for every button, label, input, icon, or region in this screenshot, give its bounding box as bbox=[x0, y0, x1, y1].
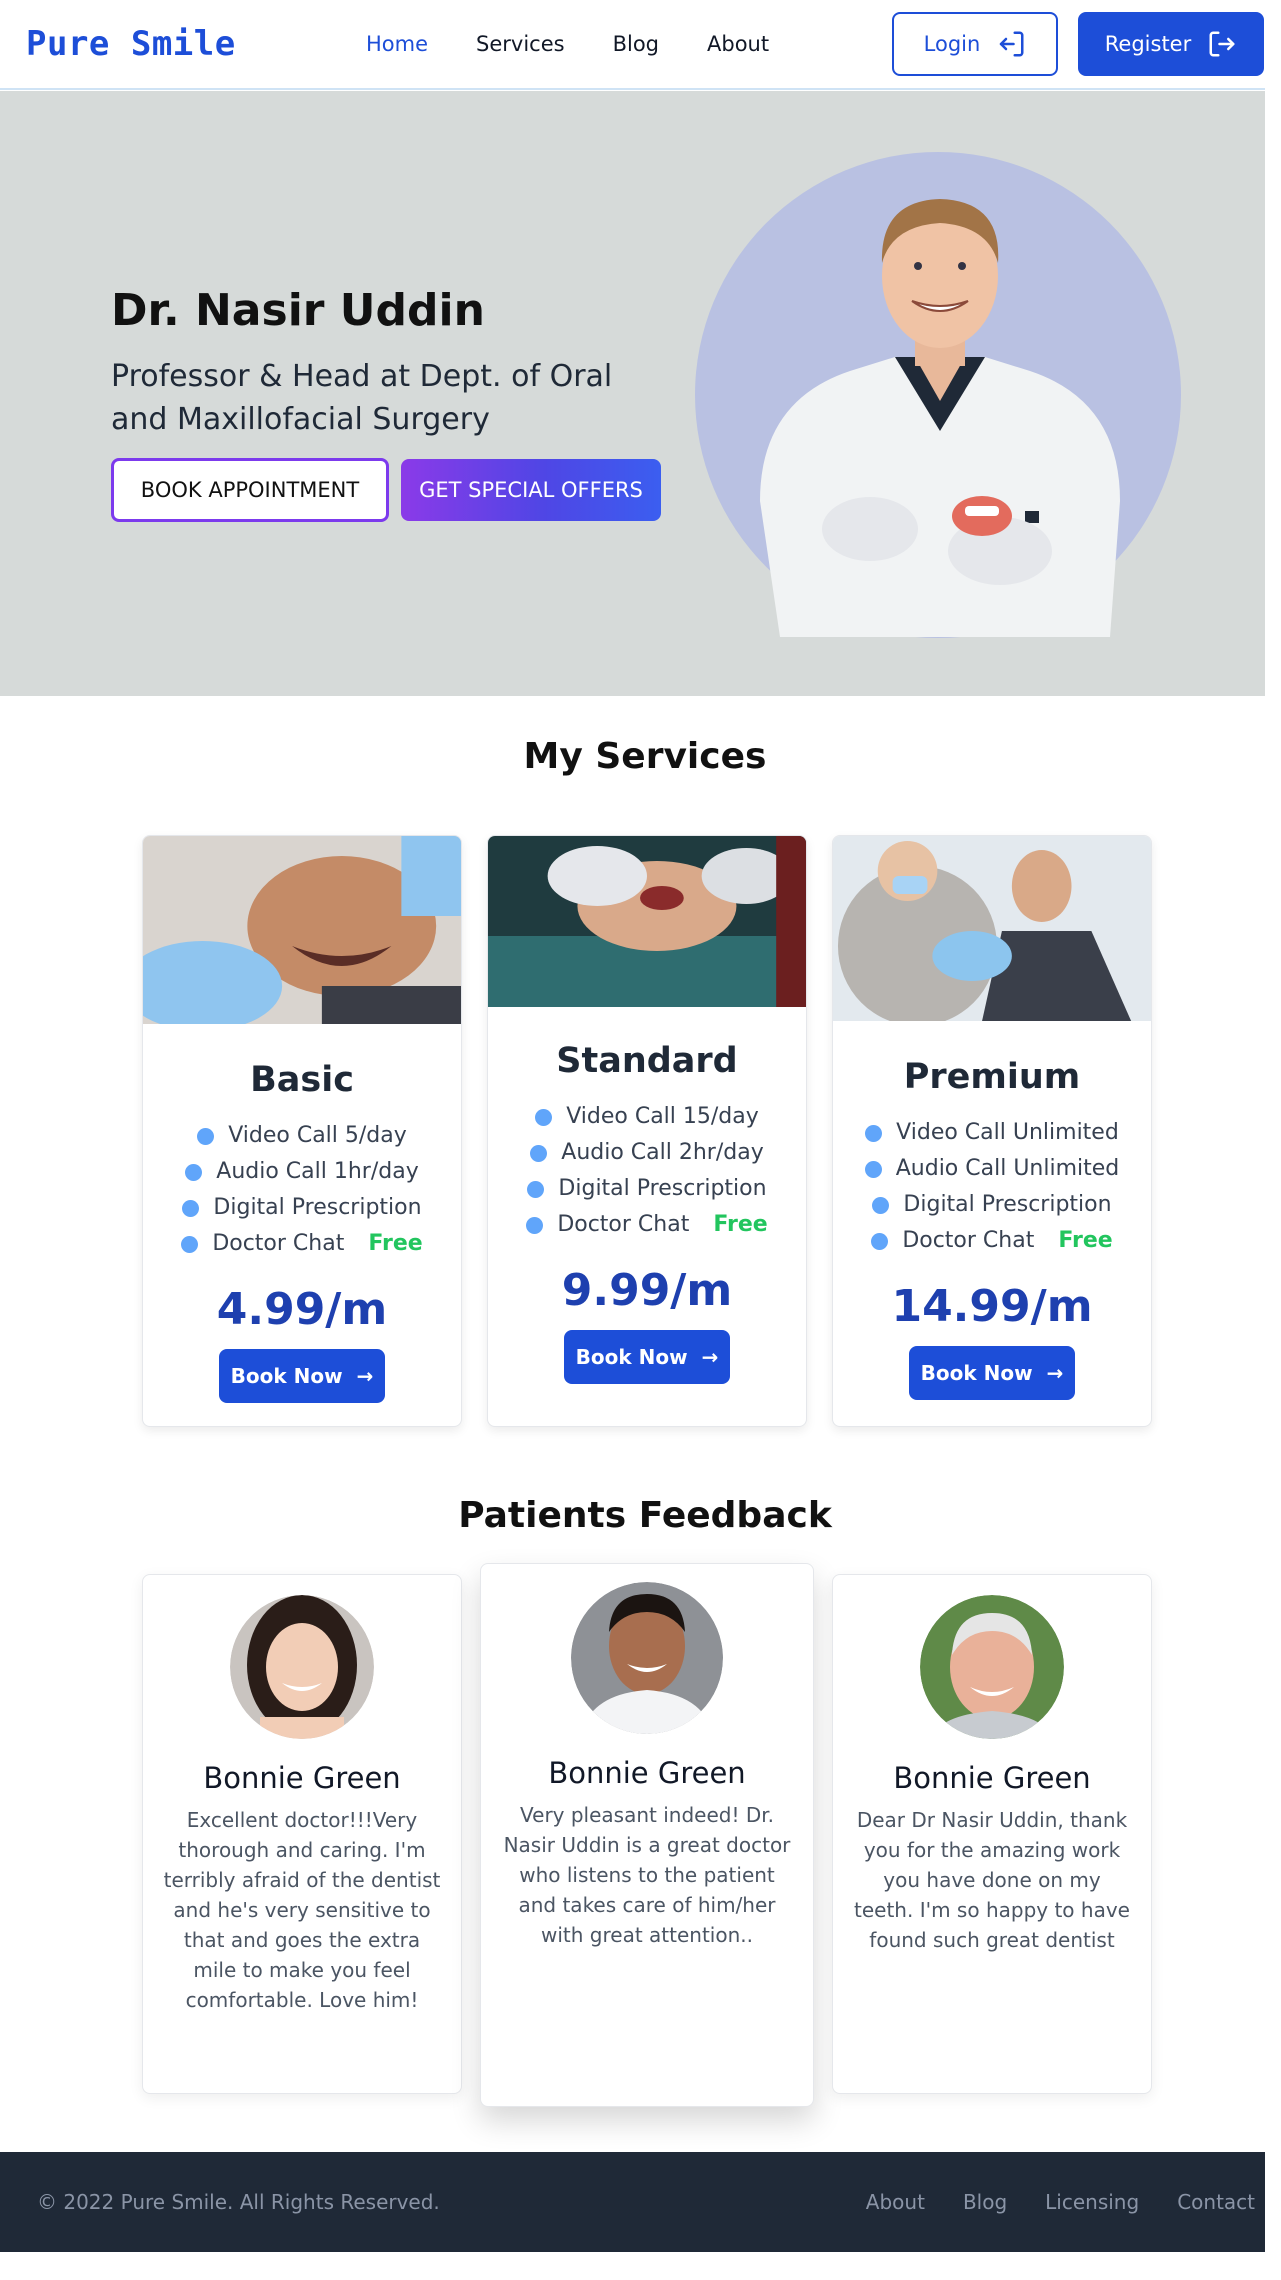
nav-link-about[interactable]: About bbox=[707, 32, 769, 56]
footer-link-blog[interactable]: Blog bbox=[963, 2190, 1007, 2214]
footer-link-contact[interactable]: Contact bbox=[1177, 2190, 1255, 2214]
plan-card-premium: Premium Video Call Unlimited Audio Call … bbox=[832, 835, 1152, 1427]
feedback-text: Very pleasant indeed! Dr. Nasir Uddin is… bbox=[503, 1803, 791, 1947]
feature-item: Video Call Unlimited bbox=[833, 1115, 1151, 1151]
feature-item: Audio Call 1hr/day bbox=[143, 1154, 461, 1190]
plan-name: Basic bbox=[250, 1060, 354, 1100]
book-now-label: Book Now bbox=[920, 1361, 1033, 1385]
free-badge: Free bbox=[368, 1231, 423, 1256]
bullet-icon bbox=[871, 1232, 889, 1250]
plan-name: Premium bbox=[903, 1057, 1081, 1097]
book-now-button[interactable]: Book Now → bbox=[564, 1330, 730, 1384]
feature-list: Video Call Unlimited Audio Call Unlimite… bbox=[833, 1115, 1151, 1259]
feedback-heading: Patients Feedback bbox=[458, 1495, 832, 1536]
bullet-icon bbox=[865, 1124, 883, 1142]
patient-avatar bbox=[230, 1595, 374, 1739]
arrow-right-icon: → bbox=[1046, 1361, 1064, 1385]
feature-item: Audio Call Unlimited bbox=[833, 1151, 1151, 1187]
bullet-icon bbox=[530, 1144, 548, 1162]
plan-name: Standard bbox=[556, 1041, 738, 1081]
book-appointment-button[interactable]: BOOK APPOINTMENT bbox=[111, 458, 389, 522]
site-footer: © 2022 Pure Smile. All Rights Reserved. … bbox=[0, 2152, 1265, 2252]
feature-item: Video Call 5/day bbox=[143, 1118, 461, 1154]
patient-avatar bbox=[920, 1595, 1064, 1739]
nav-link-home[interactable]: Home bbox=[366, 32, 428, 56]
register-label: Register bbox=[1104, 32, 1192, 56]
bullet-icon bbox=[527, 1180, 545, 1198]
nav-link-services[interactable]: Services bbox=[476, 32, 565, 56]
bullet-icon bbox=[526, 1216, 544, 1234]
site-logo[interactable]: Pure Smile bbox=[26, 24, 236, 64]
hero-section: Dr. Nasir Uddin Professor & Head at Dept… bbox=[0, 91, 1265, 696]
bullet-icon bbox=[181, 1235, 199, 1253]
footer-link-about[interactable]: About bbox=[866, 2190, 925, 2214]
basic-plan-photo bbox=[143, 836, 461, 1024]
patient-avatar bbox=[571, 1582, 723, 1734]
feedback-text: Dear Dr Nasir Uddin, thank you for the a… bbox=[854, 1808, 1130, 1952]
bullet-icon bbox=[182, 1199, 200, 1217]
feature-item: Video Call 15/day bbox=[488, 1099, 806, 1135]
book-now-label: Book Now bbox=[230, 1364, 343, 1388]
main-nav: Home Services Blog About bbox=[366, 32, 769, 56]
free-badge: Free bbox=[713, 1212, 768, 1237]
feature-item: Doctor Chat Free bbox=[833, 1223, 1151, 1259]
feedback-text: Excellent doctor!!!Very thorough and car… bbox=[163, 1808, 441, 2012]
patient-name: Bonnie Green bbox=[203, 1761, 401, 1795]
patient-name: Bonnie Green bbox=[893, 1761, 1091, 1795]
doctor-photo bbox=[760, 199, 1120, 637]
feature-item: Doctor Chat Free bbox=[488, 1207, 806, 1243]
services-heading: My Services bbox=[523, 736, 767, 777]
arrow-right-icon: → bbox=[701, 1345, 719, 1369]
book-now-label: Book Now bbox=[575, 1345, 688, 1369]
free-badge: Free bbox=[1058, 1228, 1113, 1253]
bullet-icon bbox=[872, 1196, 890, 1214]
nav-link-blog[interactable]: Blog bbox=[613, 32, 659, 56]
special-offers-button[interactable]: GET SPECIAL OFFERS bbox=[401, 459, 661, 521]
plan-price: 4.99/m bbox=[216, 1284, 388, 1335]
bullet-icon bbox=[864, 1160, 882, 1178]
feature-item: Digital Prescription bbox=[833, 1187, 1151, 1223]
feature-item: Digital Prescription bbox=[143, 1190, 461, 1226]
bullet-icon bbox=[535, 1108, 553, 1126]
footer-link-licensing[interactable]: Licensing bbox=[1045, 2190, 1139, 2214]
feedback-card: Bonnie Green Very pleasant indeed! Dr. N… bbox=[480, 1563, 814, 2107]
plan-card-basic: Basic Video Call 5/day Audio Call 1hr/da… bbox=[142, 835, 462, 1427]
premium-plan-photo bbox=[833, 836, 1151, 1021]
login-label: Login bbox=[923, 32, 981, 56]
doctor-name: Dr. Nasir Uddin bbox=[111, 285, 485, 336]
doctor-title: Professor & Head at Dept. of Oral and Ma… bbox=[111, 359, 613, 437]
feature-item: Doctor Chat Free bbox=[143, 1226, 461, 1262]
arrow-right-icon: → bbox=[356, 1364, 374, 1388]
bullet-icon bbox=[197, 1127, 215, 1145]
feature-item: Audio Call 2hr/day bbox=[488, 1135, 806, 1171]
footer-nav: About Blog Licensing Contact bbox=[866, 2190, 1255, 2214]
plan-price: 9.99/m bbox=[561, 1265, 733, 1316]
feature-list: Video Call 15/day Audio Call 2hr/day Dig… bbox=[488, 1099, 806, 1243]
patient-name: Bonnie Green bbox=[548, 1756, 746, 1790]
feature-list: Video Call 5/day Audio Call 1hr/day Digi… bbox=[143, 1118, 461, 1262]
standard-plan-photo bbox=[488, 836, 806, 1007]
login-button[interactable]: Login bbox=[892, 12, 1058, 76]
copyright-text: © 2022 Pure Smile. All Rights Reserved. bbox=[37, 2190, 440, 2214]
register-button[interactable]: Register bbox=[1078, 12, 1264, 76]
feedback-card: Bonnie Green Dear Dr Nasir Uddin, thank … bbox=[832, 1574, 1152, 2094]
logout-icon bbox=[1209, 31, 1235, 57]
bullet-icon bbox=[185, 1163, 203, 1181]
plan-price: 14.99/m bbox=[891, 1281, 1093, 1332]
login-icon bbox=[1000, 31, 1024, 57]
book-now-button[interactable]: Book Now → bbox=[219, 1349, 385, 1403]
book-now-button[interactable]: Book Now → bbox=[909, 1346, 1075, 1400]
feature-item: Digital Prescription bbox=[488, 1171, 806, 1207]
feedback-card: Bonnie Green Excellent doctor!!!Very tho… bbox=[142, 1574, 462, 2094]
top-navbar: Pure Smile Home Services Blog About Logi… bbox=[0, 0, 1265, 90]
plan-card-standard: Standard Video Call 15/day Audio Call 2h… bbox=[487, 835, 807, 1427]
